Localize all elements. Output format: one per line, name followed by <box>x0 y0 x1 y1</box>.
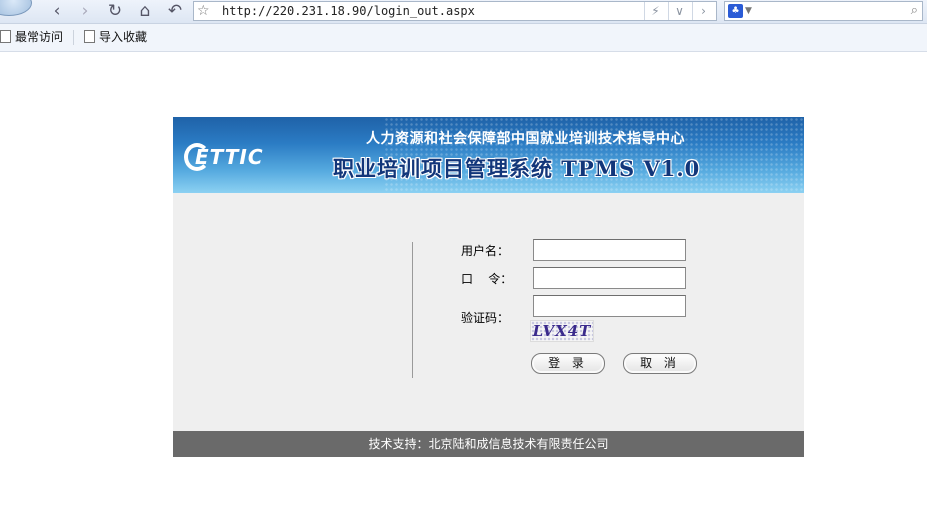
lightning-icon[interactable]: ⚡ <box>644 2 666 20</box>
username-input[interactable] <box>533 239 686 261</box>
browser-orb-icon[interactable] <box>0 0 32 16</box>
captcha-label: 验证码： <box>461 311 510 325</box>
bookmark-import[interactable]: 导入收藏 <box>84 30 147 44</box>
bookmark-divider <box>73 30 74 45</box>
bookmark-most-visited[interactable]: 最常访问 <box>0 30 63 44</box>
forward-icon[interactable]: › <box>74 1 96 21</box>
password-label: 口 令： <box>461 272 513 286</box>
captcha-image[interactable]: LVX4T <box>530 320 594 342</box>
bookmark-label: 导入收藏 <box>99 30 148 44</box>
back-icon[interactable]: ‹ <box>46 1 68 21</box>
browser-toolbar: ‹ › ↻ ⌂ ↶ ☆ http://220.231.18.90/login_o… <box>0 0 927 24</box>
ettic-logo: ETTIC <box>181 141 281 173</box>
password-input[interactable] <box>533 267 686 289</box>
import-icon <box>84 30 95 43</box>
header-banner: ETTIC 人力资源和社会保障部中国就业培训技术指导中心 职业培训项目管理系统 … <box>173 117 804 193</box>
bookmarks-bar: 最常访问 导入收藏 <box>0 24 927 52</box>
search-box[interactable]: ♣ ▼ ⌕ <box>724 1 923 21</box>
bookmark-star-icon[interactable]: ☆ <box>197 2 210 20</box>
page-icon <box>0 30 11 43</box>
cancel-button[interactable]: 取 消 <box>623 353 697 374</box>
go-arrow-icon[interactable]: › <box>692 2 714 20</box>
address-url[interactable]: http://220.231.18.90/login_out.aspx <box>222 2 475 20</box>
footer-bar: 技术支持：北京陆和成信息技术有限责任公司 <box>173 431 804 457</box>
system-title: 职业培训项目管理系统 TPMS V1.0 <box>333 156 701 181</box>
logo-text: ETTIC <box>195 145 264 169</box>
dropdown-chevron-icon[interactable]: ∨ <box>668 2 690 20</box>
search-engine-icon[interactable]: ♣ <box>728 4 743 18</box>
home-icon[interactable]: ⌂ <box>134 1 156 21</box>
captcha-input[interactable] <box>533 295 686 317</box>
engine-dropdown-icon[interactable]: ▼ <box>745 2 752 20</box>
vertical-divider <box>412 242 413 378</box>
address-bar[interactable]: ☆ http://220.231.18.90/login_out.aspx ⚡ … <box>193 1 717 21</box>
refresh-icon[interactable]: ↻ <box>104 1 126 21</box>
login-panel: ETTIC 人力资源和社会保障部中国就业培训技术指导中心 职业培训项目管理系统 … <box>173 117 804 457</box>
organization-title: 人力资源和社会保障部中国就业培训技术指导中心 <box>366 131 685 147</box>
bookmark-label: 最常访问 <box>15 30 64 44</box>
undo-icon[interactable]: ↶ <box>164 1 186 21</box>
search-icon[interactable]: ⌕ <box>911 2 918 20</box>
login-button[interactable]: 登 录 <box>531 353 605 374</box>
username-label: 用户名： <box>461 244 510 258</box>
